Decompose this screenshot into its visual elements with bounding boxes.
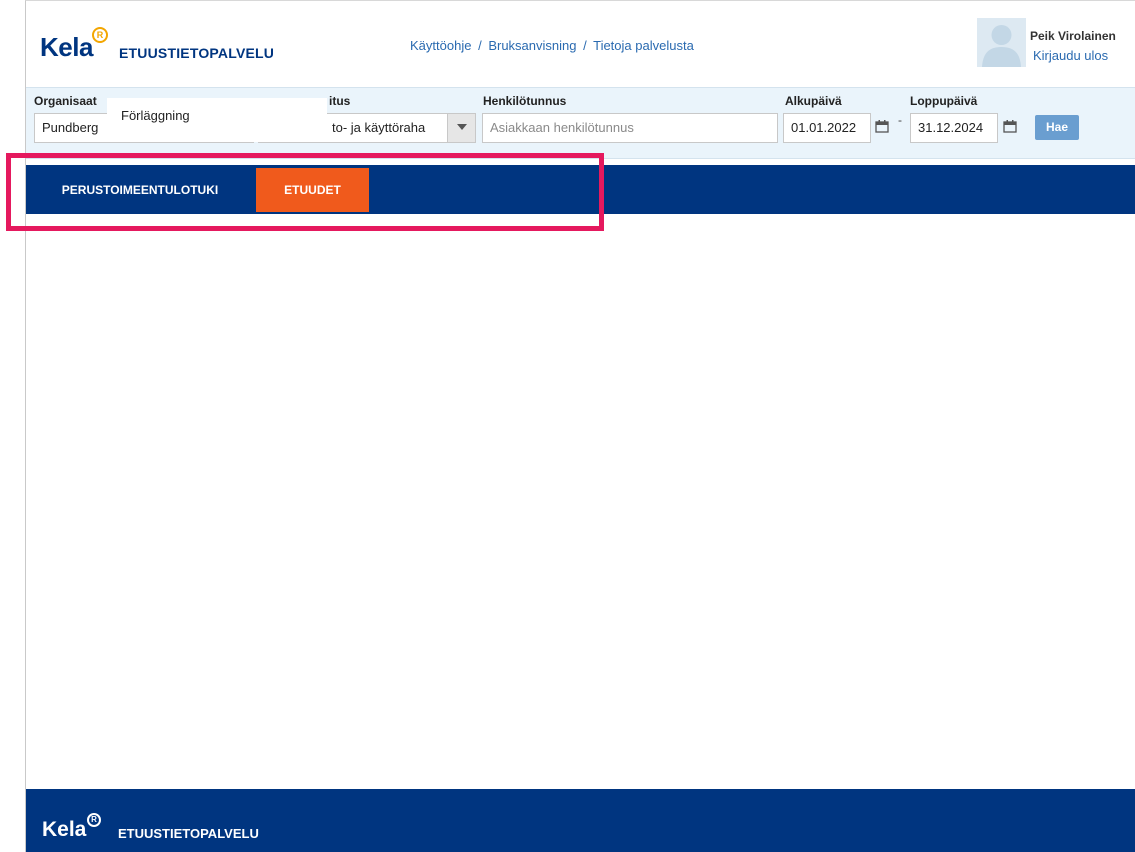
footer-logo-mark-icon: R xyxy=(87,813,101,827)
link-about-service[interactable]: Tietoja palvelusta xyxy=(593,38,694,53)
service-title: ETUUSTIETOPALVELU xyxy=(119,45,275,61)
search-button[interactable]: Hae xyxy=(1035,115,1079,140)
link-separator: / xyxy=(583,38,587,53)
link-user-guide-fi[interactable]: Käyttöohje xyxy=(410,38,471,53)
kela-logo: Kela xyxy=(40,32,93,62)
purpose-dropdown-button[interactable] xyxy=(447,113,476,143)
calendar-icon[interactable] xyxy=(875,119,891,135)
logo-mark-icon: R xyxy=(92,27,108,43)
calendar-icon[interactable] xyxy=(1003,119,1019,135)
start-date-input[interactable]: 01.01.2022 xyxy=(783,113,871,143)
end-date-label: Loppupäivä xyxy=(910,94,978,108)
footer-logo: Kela xyxy=(42,818,87,841)
ssn-label: Henkilötunnus xyxy=(483,94,567,108)
date-range-separator: - xyxy=(898,113,902,127)
ssn-input[interactable]: Asiakkaan henkilötunnus xyxy=(482,113,778,143)
link-user-guide-sv[interactable]: Bruksanvisning xyxy=(488,38,576,53)
end-date-input[interactable]: 31.12.2024 xyxy=(910,113,998,143)
user-name: Peik Virolainen xyxy=(1030,29,1116,43)
highlight-box xyxy=(6,153,604,231)
purpose-label: itus xyxy=(329,94,351,108)
footer xyxy=(26,789,1135,852)
start-date-label: Alkupäivä xyxy=(785,94,842,108)
logout-link[interactable]: Kirjaudu ulos xyxy=(1033,48,1108,63)
organisation-label: Organisaat xyxy=(34,94,97,108)
user-avatar-icon xyxy=(977,18,1026,67)
dropdown-popup-option[interactable]: Förläggning xyxy=(107,98,327,142)
caret-down-icon xyxy=(456,124,467,131)
header-links: Käyttöohje / Bruksanvisning / Tietoja pa… xyxy=(410,38,694,53)
link-separator: / xyxy=(478,38,482,53)
footer-service-title: ETUUSTIETOPALVELU xyxy=(118,826,259,841)
